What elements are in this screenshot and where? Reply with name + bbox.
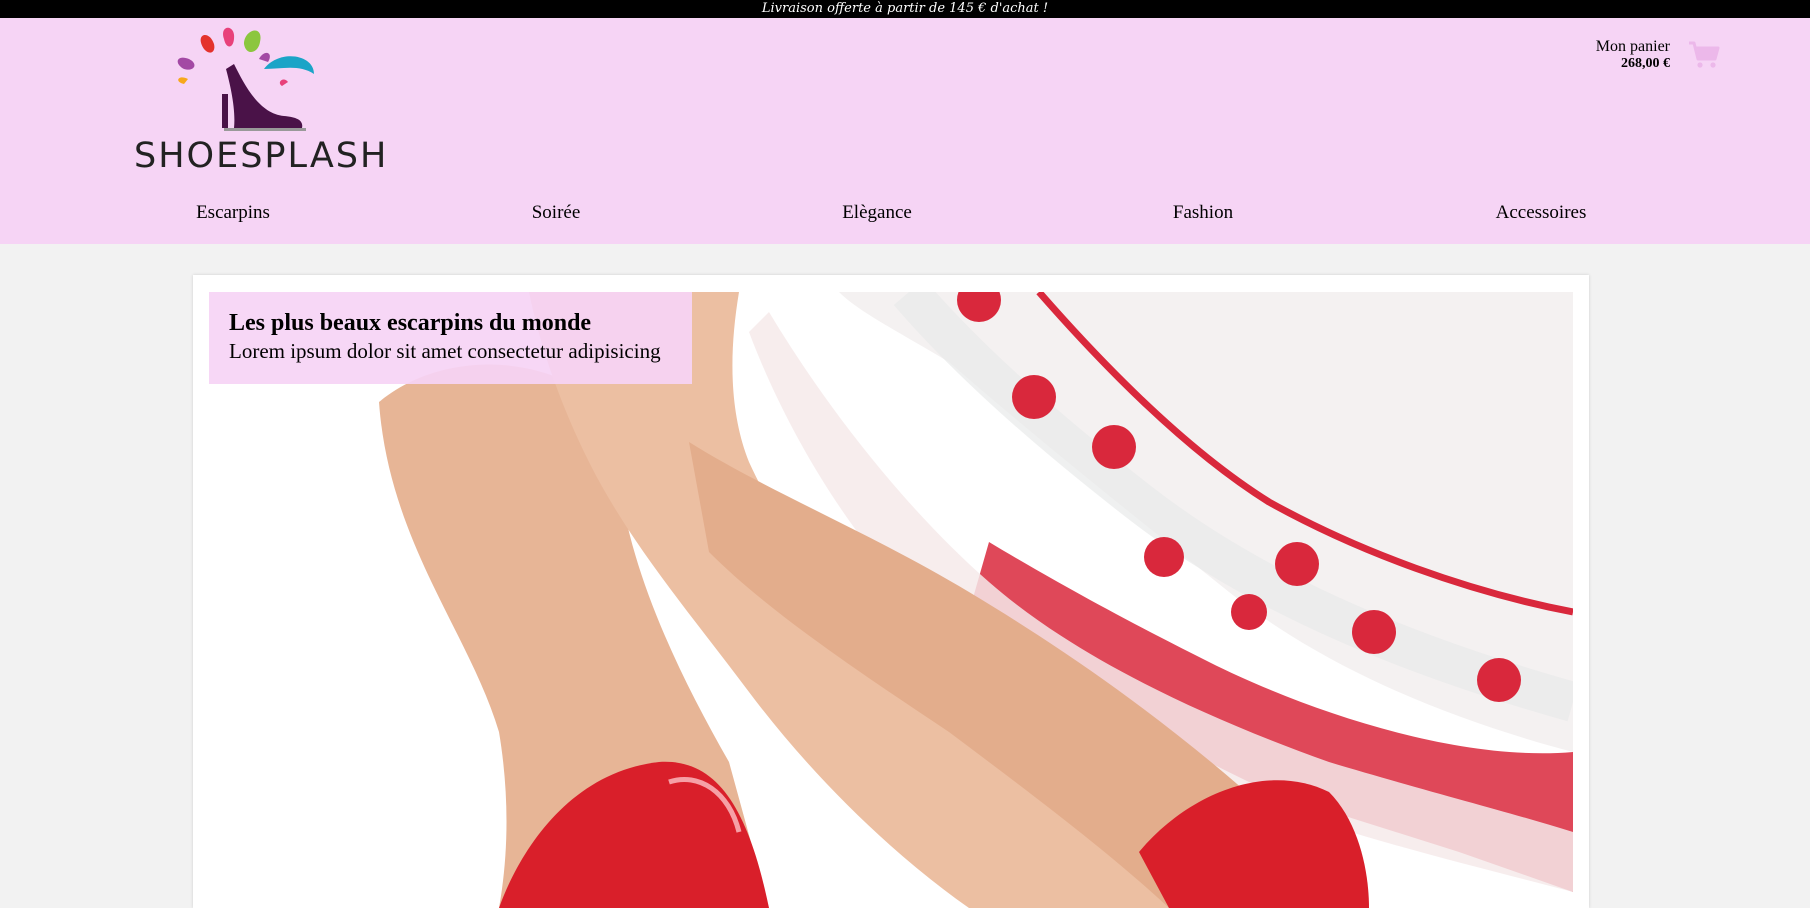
nav-item-fashion[interactable]: Fashion xyxy=(1173,202,1233,224)
hero-image xyxy=(209,292,1573,908)
cart-amount: 268,00 € xyxy=(1621,56,1670,71)
hero-card: Les plus beaux escarpins du monde Lorem … xyxy=(193,275,1589,908)
site-header: SHOESPLASH Mon panier 268,00 € Escarpins… xyxy=(0,18,1810,244)
main-nav: Escarpins Soirée Elègance Fashion Access… xyxy=(0,202,1810,232)
cart-summary[interactable]: Mon panier 268,00 € xyxy=(1560,38,1720,78)
hero-title: Les plus beaux escarpins du monde xyxy=(229,310,592,336)
cart-label: Mon panier xyxy=(1595,38,1670,55)
brand-name: SHOESPLASH xyxy=(134,136,389,176)
promo-banner: Livraison offerte à partir de 145 € d'ac… xyxy=(0,0,1810,18)
nav-item-elegance[interactable]: Elègance xyxy=(842,202,912,224)
nav-item-soiree[interactable]: Soirée xyxy=(532,202,581,224)
cart-icon[interactable] xyxy=(1688,40,1720,70)
nav-item-escarpins[interactable]: Escarpins xyxy=(196,202,270,224)
hero-caption: Les plus beaux escarpins du monde Lorem … xyxy=(209,292,692,384)
promo-text: Livraison offerte à partir de 145 € d'ac… xyxy=(761,1,1049,16)
brand-logo[interactable]: SHOESPLASH xyxy=(134,24,389,184)
shoe-splash-icon xyxy=(177,27,314,131)
hero-banner[interactable]: Les plus beaux escarpins du monde Lorem … xyxy=(209,292,1573,908)
nav-item-accessoires[interactable]: Accessoires xyxy=(1496,202,1587,224)
hero-subtitle: Lorem ipsum dolor sit amet consectetur a… xyxy=(229,339,661,363)
